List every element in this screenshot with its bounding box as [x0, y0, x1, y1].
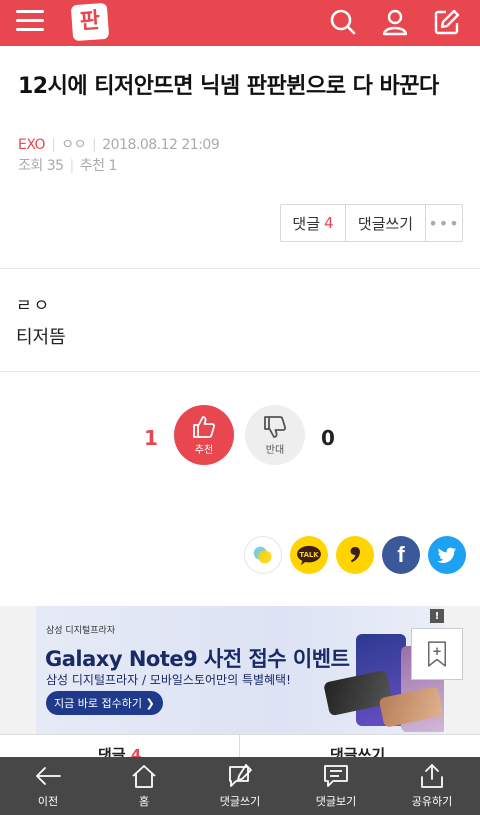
post-body-line: 티저뜸 — [16, 327, 66, 348]
bookmark-button[interactable] — [411, 628, 463, 680]
thumbs-up-icon — [193, 416, 216, 438]
ad-subline: 삼성 디지털프라자 / 모바일스토어만의 특별혜택! — [46, 673, 291, 687]
oppose-label: 반대 — [265, 445, 285, 456]
divider — [0, 371, 480, 372]
logo[interactable]: 판 — [70, 2, 110, 42]
recommend-button[interactable]: 추천 — [174, 405, 234, 465]
share-icon — [421, 764, 443, 788]
nav-label: 홈 — [138, 795, 150, 808]
nav-label: 댓글쓰기 — [219, 795, 261, 808]
kakaostory-share-button[interactable] — [244, 536, 282, 574]
logo-text: 판 — [78, 8, 101, 35]
kakaotalk-share-button[interactable]: TALK — [290, 536, 328, 574]
post-author: ㅇㅇ — [61, 137, 87, 153]
recommend-count: 1 — [144, 426, 158, 450]
post-stats: 조회 35 | 추천 1 — [18, 158, 118, 174]
more-options-button[interactable]: ••• — [426, 205, 462, 241]
ad-cta-button[interactable]: 지금 바로 접수하기 ❯ — [46, 691, 163, 715]
post-title: 12시에 티저안뜨면 닉넴 판판뷘으로 다 바꾼다 — [18, 74, 439, 99]
ad-info-badge[interactable]: ! — [430, 609, 444, 623]
write-comment-button[interactable]: 댓글쓰기 — [346, 205, 426, 241]
comments-label: 댓글 — [292, 214, 321, 233]
ad-headline: Galaxy Note9 사전 접수 이벤트 — [45, 647, 350, 671]
bottom-nav: 이전 홈 댓글쓰기 댓글보기 공유하기 — [0, 757, 480, 815]
user-icon[interactable] — [378, 5, 412, 39]
kakaotalk-label: TALK — [299, 551, 319, 559]
nav-label: 공유하기 — [411, 795, 453, 808]
comments-count: 4 — [324, 214, 334, 232]
kakaotalk-icon: TALK — [297, 545, 321, 566]
edit-icon[interactable] — [430, 5, 464, 39]
top-header: 판 — [0, 0, 480, 46]
kakaostory-icon — [253, 546, 272, 564]
oppose-button[interactable]: 반대 — [245, 405, 305, 465]
ad-banner[interactable]: 삼성 디지털프라자 Galaxy Note9 사전 접수 이벤트 삼성 디지털프… — [36, 606, 444, 734]
nav-label: 이전 — [37, 795, 59, 808]
kakao-page-share-button[interactable] — [336, 536, 374, 574]
bookmark-add-icon — [428, 641, 446, 667]
nav-view-comments-button[interactable]: 댓글보기 — [288, 757, 384, 815]
nav-home-button[interactable]: 홈 — [96, 757, 192, 815]
nav-back-button[interactable]: 이전 — [0, 757, 96, 815]
oppose-count: 0 — [321, 426, 335, 450]
ad-brand: 삼성 디지털프라자 — [46, 626, 116, 636]
comments-button[interactable]: 댓글 4 — [281, 205, 346, 241]
nav-label: 댓글보기 — [315, 795, 357, 808]
nav-write-comment-button[interactable]: 댓글쓰기 — [192, 757, 288, 815]
search-icon[interactable] — [326, 5, 360, 39]
home-icon — [132, 765, 156, 788]
post-recommend-count: 추천 1 — [79, 158, 118, 174]
write-comment-icon — [229, 764, 252, 787]
back-arrow-icon — [36, 767, 61, 785]
twitter-bird-icon — [436, 547, 457, 563]
post-category[interactable]: EXO — [18, 137, 46, 153]
quote-comma-icon — [350, 547, 360, 563]
divider — [0, 268, 480, 269]
post-datetime: 2018.08.12 21:09 — [102, 137, 220, 153]
hamburger-icon[interactable] — [16, 10, 44, 34]
thumbs-down-icon — [264, 416, 287, 438]
facebook-share-button[interactable]: f — [382, 536, 420, 574]
recommend-label: 추천 — [194, 445, 214, 456]
post-views: 조회 35 — [18, 158, 64, 174]
view-comments-icon — [324, 765, 348, 787]
nav-share-button[interactable]: 공유하기 — [384, 757, 480, 815]
post-body-line: ㄹㅇ — [16, 296, 52, 316]
twitter-share-button[interactable] — [428, 536, 466, 574]
divider — [0, 734, 480, 735]
post-action-buttons: 댓글 4 댓글쓰기 ••• — [280, 204, 463, 242]
post-meta: EXO | ㅇㅇ | 2018.08.12 21:09 — [18, 137, 220, 153]
facebook-icon: f — [397, 542, 405, 567]
